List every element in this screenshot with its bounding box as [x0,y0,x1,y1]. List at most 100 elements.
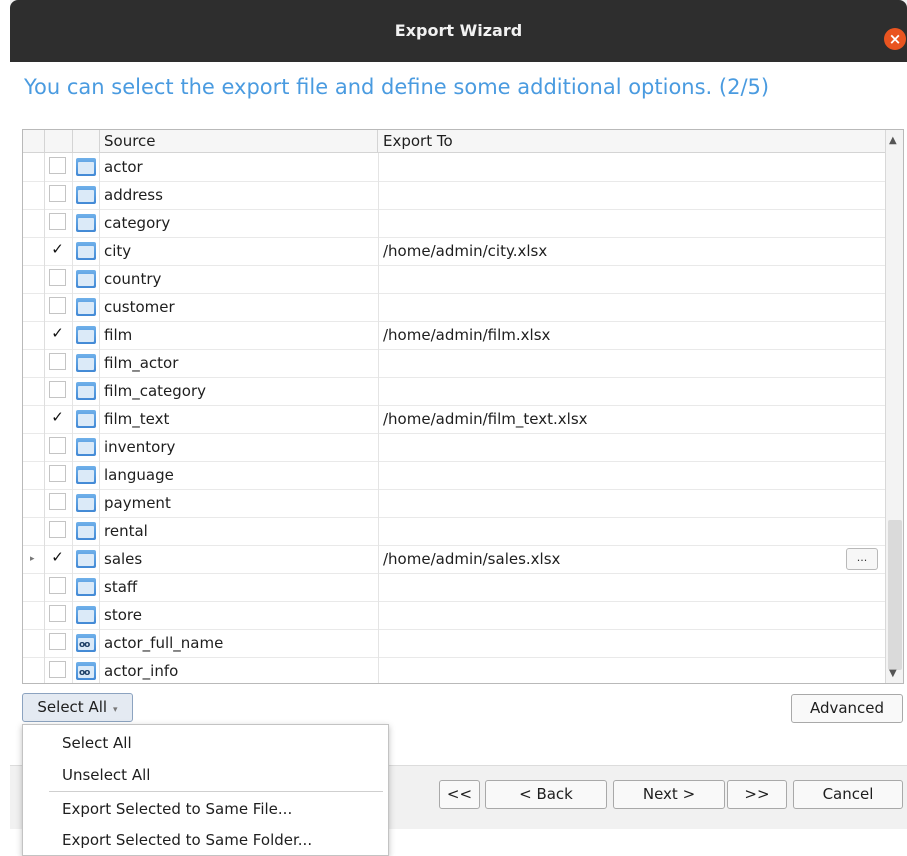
cell-divider [378,629,379,657]
cell-divider [72,629,73,657]
table-icon [76,298,96,316]
last-page-button[interactable]: >> [727,780,787,809]
source-name: actor_info [104,662,179,680]
table-row[interactable]: store [23,601,885,630]
table-row[interactable]: customer [23,293,885,322]
export-to-path[interactable]: /home/admin/city.xlsx [383,237,547,265]
table-row[interactable]: country [23,265,885,294]
scroll-down-icon[interactable]: ▼ [889,668,897,679]
row-checkbox[interactable] [49,185,66,202]
table-row[interactable]: category [23,209,885,238]
row-indicator-cell [23,601,45,629]
scrollbar-thumb[interactable] [888,520,902,670]
source-name: address [104,186,163,204]
source-name: customer [104,298,175,316]
table-icon [76,242,96,260]
table-row[interactable]: oo actor_info [23,657,885,683]
row-indicator-cell [23,265,45,293]
cell-divider [72,293,73,321]
row-checkbox[interactable]: ✓ [49,409,66,426]
table-row[interactable]: inventory [23,433,885,462]
row-checkbox[interactable] [49,633,66,650]
next-button[interactable]: Next > [613,780,725,809]
source-name: sales [104,550,143,568]
row-checkbox[interactable] [49,605,66,622]
row-checkbox[interactable] [49,465,66,482]
header-indicator-cell [23,130,45,152]
cell-divider [99,349,100,377]
table-row[interactable]: film_actor [23,349,885,378]
export-to-path[interactable]: /home/admin/sales.xlsx [383,545,560,573]
row-checkbox[interactable] [49,437,66,454]
row-checkbox[interactable] [49,297,66,314]
row-indicator-cell [23,349,45,377]
table-row[interactable]: ✓ city/home/admin/city.xlsx [23,237,885,266]
table-icon [76,354,96,372]
row-checkbox[interactable] [49,157,66,174]
first-page-button[interactable]: << [439,780,480,809]
cancel-button[interactable]: Cancel [793,780,903,809]
row-checkbox[interactable]: ✓ [49,549,66,566]
table-row[interactable]: ✓ film_text/home/admin/film_text.xlsx [23,405,885,434]
cell-divider [99,209,100,237]
select-all-dropdown-button[interactable]: Select All ▾ [22,693,133,722]
table-icon [76,270,96,288]
chevron-down-icon: ▾ [113,705,118,715]
row-checkbox[interactable]: ✓ [49,325,66,342]
row-indicator-cell [23,433,45,461]
table-icon [76,158,96,176]
back-button[interactable]: < Back [485,780,607,809]
export-to-path[interactable]: /home/admin/film.xlsx [383,321,550,349]
cell-divider [99,321,100,349]
view-glasses-glyph: oo [79,640,90,650]
cell-divider [378,489,379,517]
menu-item-export-same-folder[interactable]: Export Selected to Same Folder... [23,824,388,856]
cell-divider [72,657,73,683]
cell-divider [378,321,379,349]
row-checkbox[interactable] [49,521,66,538]
cell-divider [99,545,100,573]
table-row[interactable]: film_category [23,377,885,406]
row-checkbox[interactable] [49,577,66,594]
row-checkbox[interactable] [49,353,66,370]
table-icon [76,186,96,204]
close-icon[interactable]: × [884,28,906,50]
table-icon [76,438,96,456]
table-row[interactable]: language [23,461,885,490]
column-header-export-to[interactable]: Export To [378,130,885,152]
menu-item-unselect-all[interactable]: Unselect All [23,759,388,791]
row-checkbox[interactable] [49,661,66,678]
cell-divider [99,153,100,181]
table-row[interactable]: actor [23,153,885,182]
table-row[interactable]: rental [23,517,885,546]
table-icon [76,606,96,624]
vertical-scrollbar[interactable]: ▲ ▼ [885,130,903,683]
browse-file-button[interactable]: ... [846,548,878,570]
cell-divider [378,209,379,237]
row-indicator-cell [23,209,45,237]
row-checkbox[interactable] [49,381,66,398]
table-row[interactable]: staff [23,573,885,602]
advanced-button[interactable]: Advanced [791,694,903,723]
menu-item-export-same-file[interactable]: Export Selected to Same File... [23,793,388,825]
scroll-up-icon[interactable]: ▲ [889,135,897,146]
source-name: film_category [104,382,207,400]
cell-divider [99,629,100,657]
table-row[interactable]: ▸ ✓ sales/home/admin/sales.xlsx... [23,545,885,574]
table-row[interactable]: ✓ film/home/admin/film.xlsx [23,321,885,350]
export-to-path[interactable]: /home/admin/film_text.xlsx [383,405,588,433]
row-indicator-cell [23,237,45,265]
menu-item-select-all[interactable]: Select All [23,727,388,759]
cell-divider [72,349,73,377]
row-checkbox[interactable] [49,213,66,230]
table-row[interactable]: payment [23,489,885,518]
table-row[interactable]: address [23,181,885,210]
row-indicator-cell [23,377,45,405]
row-checkbox[interactable]: ✓ [49,241,66,258]
row-checkbox[interactable] [49,269,66,286]
table-row[interactable]: oo actor_full_name [23,629,885,658]
cell-divider [72,181,73,209]
column-header-source[interactable]: Source [99,130,378,152]
cell-divider [99,433,100,461]
row-checkbox[interactable] [49,493,66,510]
